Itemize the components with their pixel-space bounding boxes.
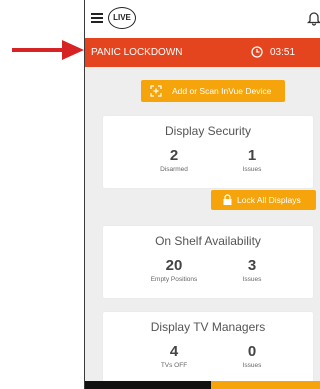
bottom-action-orange[interactable] — [211, 381, 320, 389]
scan-icon — [150, 85, 162, 97]
lock-all-displays-button[interactable]: Lock All Displays — [211, 190, 316, 210]
live-logo: LIVE — [108, 7, 136, 29]
on-shelf-availability-card[interactable]: On Shelf Availability 20 Empty Positions… — [103, 226, 313, 298]
issues-count: 0 — [247, 343, 257, 360]
display-security-card[interactable]: Display Security 2 Disarmed 1 Issues — [103, 116, 313, 188]
empty-positions-count: 20 — [165, 257, 183, 274]
bell-icon[interactable] — [307, 10, 320, 26]
add-device-button[interactable]: Add or Scan InVue Device — [141, 80, 285, 102]
display-tv-managers-card[interactable]: Display TV Managers 4 TVs OFF 0 Issues — [103, 312, 313, 382]
tvs-off-label: TVs OFF — [160, 362, 188, 369]
lock-all-label: Lock All Displays — [237, 195, 301, 205]
lock-icon — [223, 194, 232, 205]
alert-label: PANIC LOCKDOWN — [91, 47, 183, 58]
app-screen: LIVE PANIC LOCKDOWN 03:51 Add or Scan In… — [84, 0, 320, 389]
card-title: Display Security — [164, 124, 252, 138]
issues-label: Issues — [242, 166, 262, 173]
clock-icon — [251, 46, 263, 58]
empty-positions-label: Empty Positions — [150, 276, 198, 283]
issues-label: Issues — [242, 276, 262, 283]
card-title: Display TV Managers — [150, 320, 266, 334]
disarmed-label: Disarmed — [160, 166, 188, 173]
card-title: On Shelf Availability — [155, 234, 261, 248]
issues-count: 3 — [247, 257, 257, 274]
panic-lockdown-banner[interactable]: PANIC LOCKDOWN 03:51 — [85, 38, 320, 67]
disarmed-count: 2 — [169, 147, 179, 164]
issues-label: Issues — [242, 362, 262, 369]
top-bar: LIVE — [85, 0, 320, 38]
tvs-off-count: 4 — [169, 343, 179, 360]
pointer-arrow — [12, 40, 84, 60]
hamburger-icon[interactable] — [91, 13, 103, 23]
bottom-action-dark[interactable] — [85, 381, 211, 389]
add-device-label: Add or Scan InVue Device — [172, 86, 272, 96]
alert-timer: 03:51 — [270, 47, 296, 58]
issues-count: 1 — [247, 147, 257, 164]
